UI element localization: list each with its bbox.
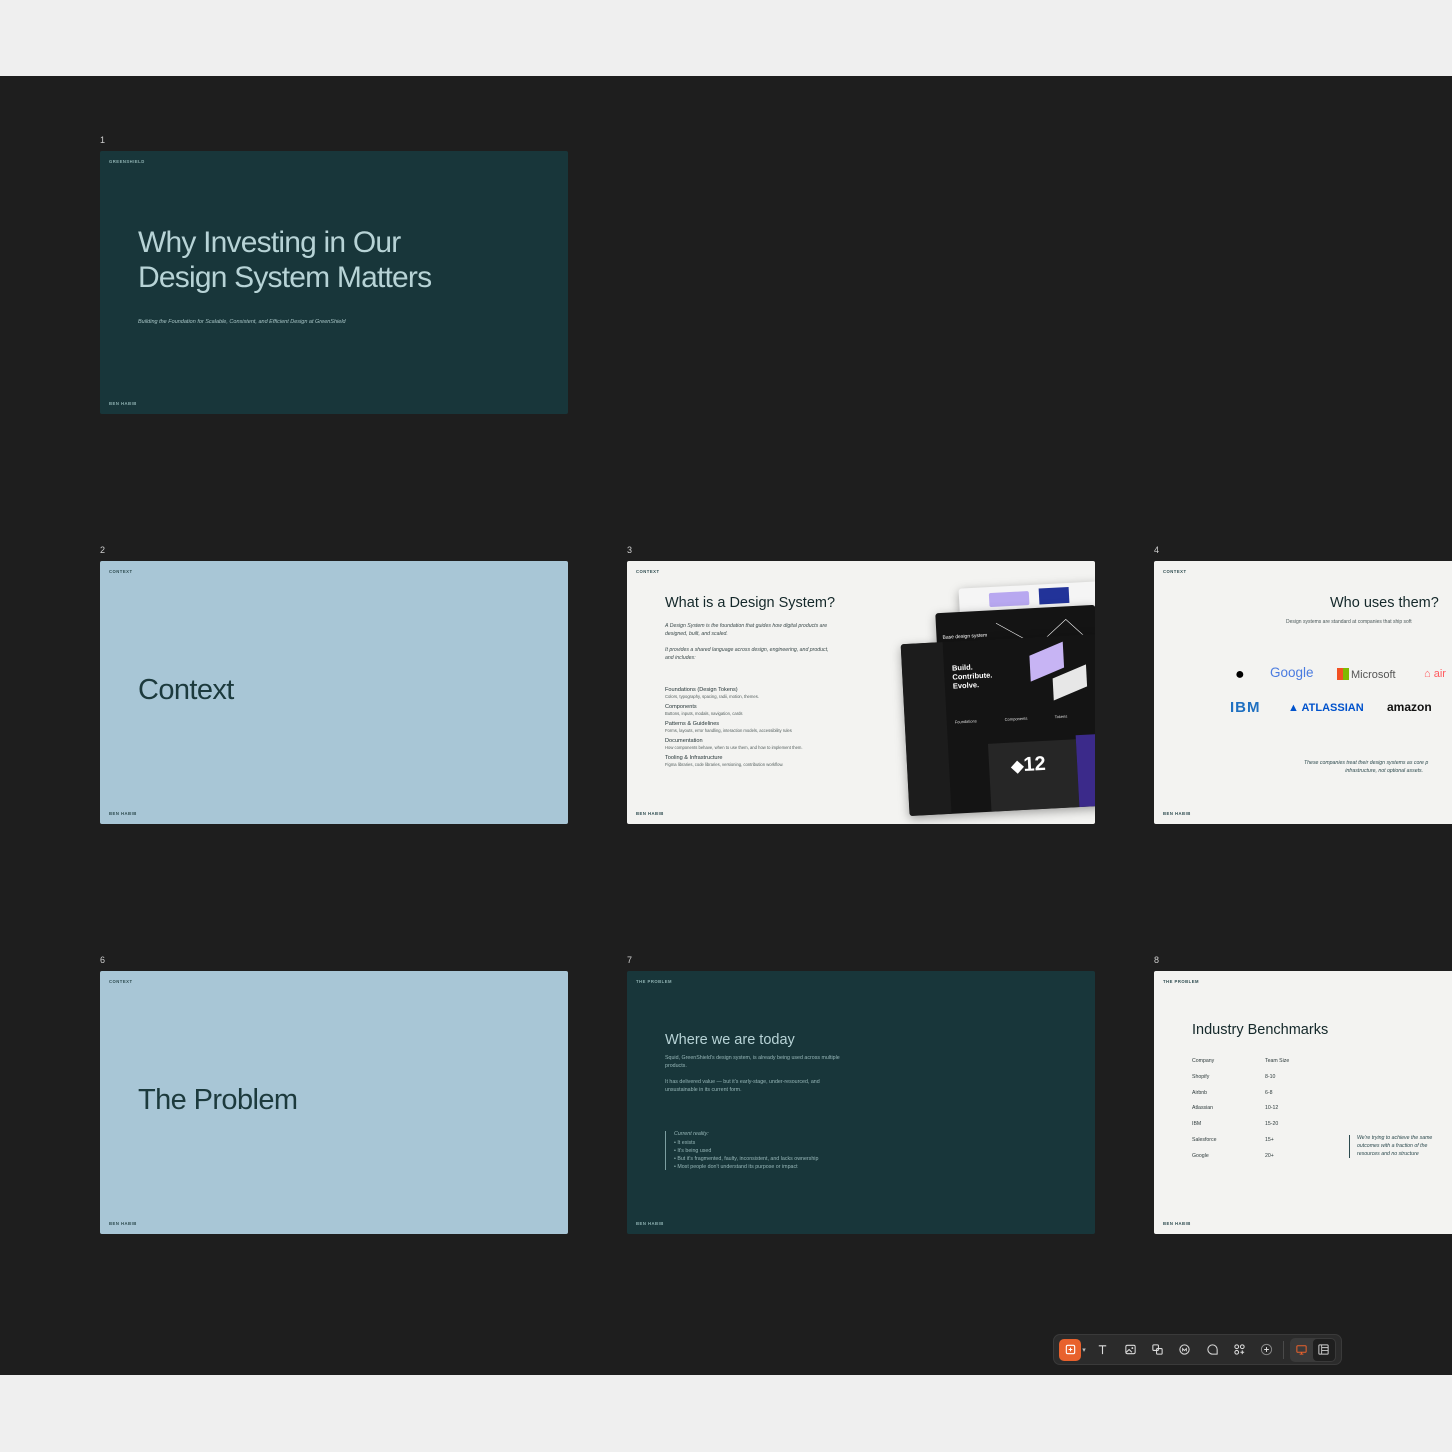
- bottom-toolbar: ▾: [1053, 1334, 1342, 1365]
- layout-icon: [1318, 1344, 1330, 1355]
- list-item: • But it's fragmented, faulty, inconsist…: [674, 1156, 819, 1162]
- slide-paragraph: Squid, GreenShield's design system, is a…: [665, 1055, 840, 1069]
- atlassian-logo: ▲ ATLASSIAN: [1288, 702, 1364, 714]
- slide-4-who-uses[interactable]: CONTEXT Who uses them? Design systems ar…: [1154, 561, 1452, 824]
- add-button[interactable]: [1256, 1339, 1278, 1361]
- list-item: • Most people don't understand its purpo…: [674, 1164, 798, 1170]
- mode-switcher: [1289, 1337, 1336, 1362]
- microsoft-logo: Microsoft: [1337, 668, 1396, 681]
- airbnb-icon: ⌂: [1424, 668, 1431, 680]
- atlassian-icon: ▲: [1288, 702, 1299, 714]
- slide-title: Why Investing in Our Design System Matte…: [138, 226, 432, 294]
- image-icon: [1124, 1344, 1136, 1355]
- slide-tag: THE PROBLEM: [636, 979, 672, 984]
- list-item: Foundations (Design Tokens) Colors, typog…: [665, 687, 759, 699]
- ibm-logo: IBM: [1230, 699, 1261, 716]
- slide-footer: BEN HABIB: [636, 1221, 664, 1226]
- slide-tag: CONTEXT: [109, 979, 133, 984]
- slide-title: What is a Design System?: [665, 595, 836, 611]
- shape-tool-button[interactable]: [1146, 1339, 1168, 1361]
- slide-7-where-today[interactable]: THE PROBLEM Where we are today Squid, Gr…: [627, 971, 1095, 1234]
- shapes-icon: [1152, 1344, 1163, 1355]
- slide-tag: CONTEXT: [1163, 569, 1187, 574]
- slide-number: 6: [100, 955, 106, 965]
- chevron-down-icon[interactable]: ▾: [1082, 1346, 1086, 1354]
- mockup-screen-front: Build. Contribute. Evolve. Foundations C…: [900, 633, 1095, 817]
- table-header: Company Team Size: [1192, 1058, 1290, 1064]
- components-icon: [1234, 1344, 1245, 1355]
- reality-callout: Current reality: • It exists • It's bein…: [665, 1131, 818, 1170]
- stamp-tool-button[interactable]: [1174, 1339, 1196, 1361]
- slide-note: These companies treat their design syste…: [1304, 760, 1429, 774]
- table-row: Airbnb 6-8: [1192, 1089, 1273, 1096]
- slide-title: The Problem: [138, 1084, 298, 1116]
- comment-icon: [1206, 1344, 1218, 1355]
- toolbar-divider: [1282, 1340, 1284, 1359]
- list-item: Documentation How components behave, when…: [665, 738, 803, 750]
- text-icon: [1099, 1345, 1107, 1355]
- slide-number: 4: [1154, 545, 1160, 555]
- slide-number: 7: [627, 955, 633, 965]
- slide-subtitle: Building the Foundation for Scalable, Co…: [138, 319, 346, 325]
- slide-number: 8: [1154, 955, 1160, 965]
- slide-2-context[interactable]: CONTEXT Context BEN HABIB: [100, 561, 568, 824]
- slide-number: 3: [627, 545, 633, 555]
- slide-footer: BEN HABIB: [109, 1221, 137, 1226]
- slide-8-benchmarks[interactable]: THE PROBLEM Industry Benchmarks Company T…: [1154, 971, 1452, 1234]
- definition-list: Foundations (Design Tokens) Colors, typog…: [665, 687, 895, 772]
- slide-title: Industry Benchmarks: [1192, 1022, 1329, 1038]
- table-row: Shopify 8-10: [1192, 1073, 1276, 1080]
- layout-mode-button[interactable]: [1312, 1338, 1335, 1361]
- benchmark-table: Company Team Size Shopify 8-10 Airbnb 6-8 A…: [1192, 1058, 1289, 1169]
- present-icon: [1296, 1345, 1308, 1355]
- slides-canvas[interactable]: 1 GREENSHIELD Why Investing in Our Desig…: [0, 76, 1452, 1375]
- slide-1-title[interactable]: GREENSHIELD Why Investing in Our Design …: [100, 151, 568, 414]
- components-tool-button[interactable]: [1228, 1339, 1250, 1361]
- slide-3-what-is[interactable]: CONTEXT What is a Design System? A Desig…: [627, 561, 1095, 824]
- slide-tag: CONTEXT: [636, 569, 660, 574]
- airbnb-logo: ⌂ air: [1424, 668, 1446, 680]
- slide-note: We're trying to achieve the same outcome…: [1349, 1135, 1432, 1159]
- stamp-icon: [1179, 1344, 1190, 1355]
- slide-footer: BEN HABIB: [1163, 1221, 1191, 1226]
- slide-title: Context: [138, 674, 234, 706]
- slide-footer: BEN HABIB: [109, 811, 137, 816]
- plus-icon: [1261, 1343, 1273, 1356]
- slide-subtitle: Design systems are standard at companies…: [1286, 619, 1412, 625]
- table-row: IBM 15-20: [1192, 1121, 1279, 1128]
- list-item: Components Buttons, inputs, modals, navig…: [665, 704, 743, 716]
- slide-tag: CONTEXT: [109, 569, 133, 574]
- slide-6-problem[interactable]: CONTEXT The Problem BEN HABIB: [100, 971, 568, 1234]
- text-tool-button[interactable]: [1092, 1339, 1114, 1361]
- list-item: Tooling & Infrastructure Figma libraries,…: [665, 755, 784, 767]
- list-item: Patterns & Guidelines Forms, layouts, err…: [665, 721, 792, 733]
- slide-footer: BEN HABIB: [109, 401, 137, 406]
- table-row: Google 20+: [1192, 1152, 1274, 1159]
- frame-icon: [1065, 1344, 1075, 1355]
- comment-tool-button[interactable]: [1201, 1339, 1223, 1361]
- slide-title: Where we are today: [665, 1032, 795, 1048]
- slide-tag: GREENSHIELD: [109, 159, 145, 164]
- slide-paragraph: It provides a shared language across des…: [665, 647, 829, 661]
- slide-title: Who uses them?: [1330, 595, 1439, 611]
- slide-paragraph: It has delivered value — but it's early-…: [665, 1079, 820, 1093]
- microsoft-squares-icon: [1337, 668, 1349, 680]
- apple-logo-icon: ●: [1235, 666, 1245, 683]
- present-mode-button[interactable]: [1291, 1339, 1313, 1361]
- slide-tag: THE PROBLEM: [1163, 979, 1199, 984]
- slide-number: 1: [100, 135, 106, 145]
- list-item: • It's being used: [674, 1148, 712, 1154]
- slide-paragraph: A Design System is the foundation that g…: [665, 623, 828, 637]
- frame-tool-button[interactable]: [1059, 1338, 1081, 1361]
- amazon-logo: amazon: [1387, 700, 1432, 714]
- table-row: Atlassian 10-12: [1192, 1105, 1279, 1112]
- table-row: Salesforce 15+: [1192, 1136, 1274, 1143]
- list-item: • It exists: [674, 1140, 696, 1146]
- slide-footer: BEN HABIB: [636, 811, 664, 816]
- google-logo: Google: [1270, 665, 1314, 680]
- slide-footer: BEN HABIB: [1163, 811, 1191, 816]
- image-tool-button[interactable]: [1119, 1339, 1141, 1361]
- slide-number: 2: [100, 545, 106, 555]
